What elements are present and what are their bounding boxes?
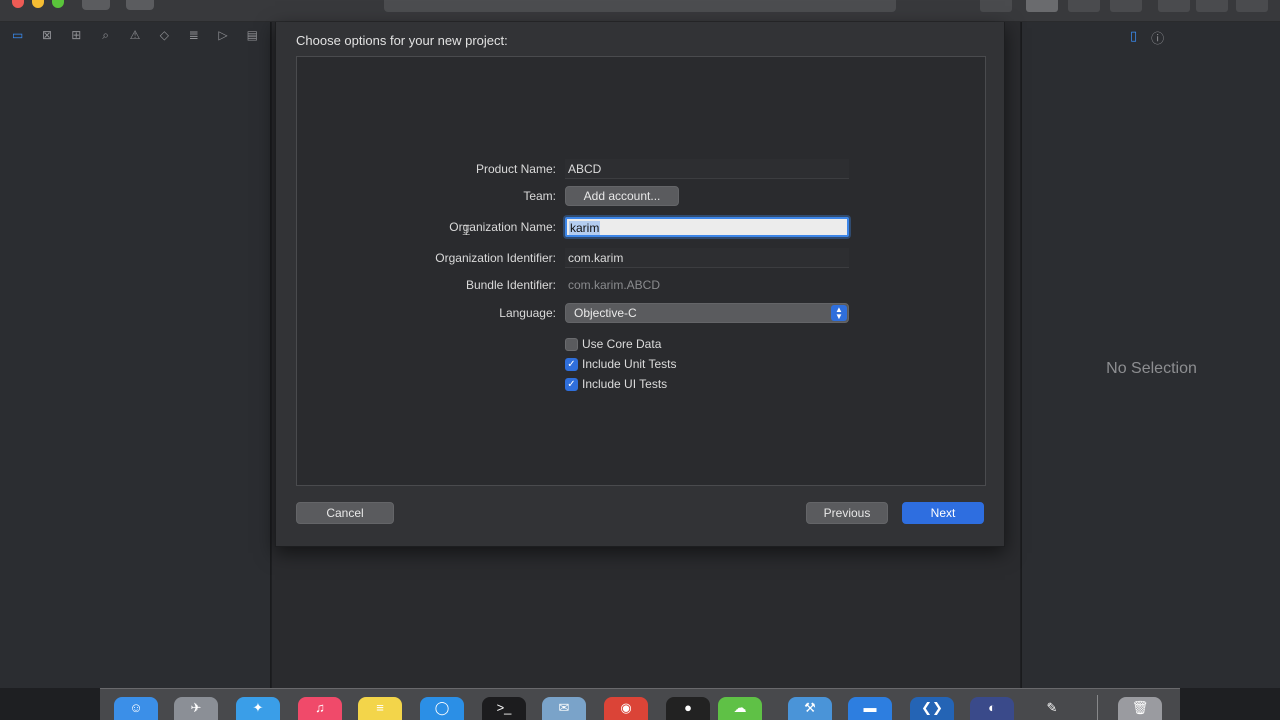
- search-icon[interactable]: ⌕: [96, 27, 115, 43]
- team-label: Team:: [523, 189, 556, 203]
- sheet-title: Choose options for your new project:: [296, 33, 508, 48]
- chrome-icon[interactable]: ◉: [604, 697, 648, 720]
- chevron-up-down-icon: ▲ ▼: [831, 305, 847, 321]
- product-name-label: Product Name:: [475, 162, 556, 176]
- inspector-selector-bar: ▯ ⓘ: [1130, 28, 1164, 47]
- dock-separator: [1097, 695, 1098, 720]
- no-selection-label: No Selection: [1106, 360, 1197, 377]
- toggle-inspector-button[interactable]: [1236, 0, 1268, 12]
- organization-identifier-field[interactable]: com.karim: [565, 248, 849, 268]
- wechat-icon[interactable]: ☁: [718, 697, 762, 720]
- new-project-sheet: Choose options for your new project: Pro…: [275, 22, 1005, 547]
- language-label: Language:: [499, 306, 556, 320]
- checkbox-label: Include UI Tests: [582, 377, 668, 391]
- product-name-field[interactable]: ABCD: [565, 159, 849, 179]
- language-value: Objective-C: [574, 306, 637, 320]
- breakpoint-icon[interactable]: ▷: [213, 27, 232, 43]
- editor-version-button[interactable]: [1068, 0, 1100, 12]
- vscode-icon[interactable]: ❮❯: [910, 697, 954, 720]
- zoom-window-button[interactable]: [52, 0, 64, 8]
- help-icon[interactable]: ⓘ: [1151, 28, 1164, 47]
- product-name-row: Product Name: ABCD: [297, 159, 987, 179]
- inspector-panel: ▯ ⓘ No Selection: [1021, 22, 1280, 688]
- bundle-identifier-row: Bundle Identifier: com.karim.ABCD: [297, 275, 987, 295]
- organization-name-field[interactable]: karim: [565, 217, 849, 237]
- window-toolbar: [0, 0, 1280, 22]
- report-icon[interactable]: ▤: [243, 27, 262, 43]
- launchpad-icon[interactable]: ✈: [174, 697, 218, 720]
- include-ui-tests-checkbox[interactable]: ✓ Include UI Tests: [565, 376, 667, 392]
- notes-icon[interactable]: ≡: [358, 697, 402, 720]
- close-window-button[interactable]: [12, 0, 24, 8]
- test-icon[interactable]: ◇: [155, 27, 174, 43]
- language-row: Language: Objective-C ▲ ▼: [297, 303, 987, 323]
- checkbox-box: [565, 337, 578, 351]
- organization-name-value: karim: [569, 221, 601, 235]
- bundle-identifier-label: Bundle Identifier:: [465, 278, 556, 292]
- add-account-button[interactable]: Add account...: [565, 186, 679, 206]
- previous-button[interactable]: Previous: [806, 502, 888, 524]
- warning-icon[interactable]: ⚠: [125, 27, 144, 43]
- minimize-window-button[interactable]: [32, 0, 44, 8]
- stop-button[interactable]: [126, 0, 154, 10]
- toggle-debug-button[interactable]: [1196, 0, 1228, 12]
- run-button[interactable]: [82, 0, 110, 10]
- qq-icon[interactable]: ●: [666, 697, 710, 720]
- editor-assistant-button[interactable]: [1026, 0, 1058, 12]
- checkbox-label: Use Core Data: [582, 337, 662, 351]
- checkbox-label: Include Unit Tests: [582, 357, 677, 371]
- terminal-icon[interactable]: >_: [482, 697, 526, 720]
- hierarchy-icon[interactable]: ⊞: [67, 27, 86, 43]
- source-control-icon[interactable]: ⊠: [37, 27, 56, 43]
- organization-name-row: Organization Name: karim: [297, 217, 987, 237]
- music-icon[interactable]: ♫: [298, 697, 342, 720]
- organization-identifier-row: Organization Identifier: com.karim: [297, 248, 987, 268]
- navigator-panel: ▭ ⊠ ⊞ ⌕ ⚠ ◇ ≣ ▷ ▤: [0, 22, 271, 688]
- language-select[interactable]: Objective-C ▲ ▼: [565, 303, 849, 323]
- trash-icon[interactable]: 🗑: [1118, 697, 1162, 720]
- activity-viewer: [384, 0, 896, 12]
- cancel-button[interactable]: Cancel: [296, 502, 394, 524]
- xcode-icon[interactable]: ⚒: [788, 697, 832, 720]
- traffic-lights: [12, 0, 64, 8]
- preview-icon[interactable]: ✎: [1030, 697, 1074, 720]
- toggle-navigator-button[interactable]: [1158, 0, 1190, 12]
- bundle-identifier-value: com.karim.ABCD: [568, 278, 661, 292]
- app-store-icon[interactable]: ◯: [420, 697, 464, 720]
- next-button[interactable]: Next: [902, 502, 984, 524]
- mail-icon[interactable]: ✉: [542, 697, 586, 720]
- team-row: Team: Add account...: [297, 186, 987, 206]
- file-inspector-icon[interactable]: ▯: [1130, 28, 1137, 47]
- editor-standard-button[interactable]: [980, 0, 1012, 12]
- checkmark-icon: ✓: [565, 377, 578, 391]
- organization-identifier-label: Organization Identifier:: [435, 251, 556, 265]
- messages-icon[interactable]: ▬: [848, 697, 892, 720]
- folder-icon[interactable]: ▭: [8, 27, 27, 43]
- navigator-selector-bar: ▭ ⊠ ⊞ ⌕ ⚠ ◇ ≣ ▷ ▤: [0, 22, 270, 48]
- dock: ☺ ✈ ✦ ♫ ≡ ◯ >_ ✉ ◉ ● ☁ ⚒ ▬ ❮❯ ◐ ✎ 🗑: [100, 688, 1180, 720]
- finder-icon[interactable]: ☺: [114, 697, 158, 720]
- text-cursor-icon: ⌶: [462, 222, 471, 238]
- checkmark-icon: ✓: [565, 357, 578, 371]
- editor-history-button[interactable]: [1110, 0, 1142, 12]
- debug-icon[interactable]: ≣: [184, 27, 203, 43]
- include-unit-tests-checkbox[interactable]: ✓ Include Unit Tests: [565, 356, 677, 372]
- safari-icon[interactable]: ✦: [236, 697, 280, 720]
- simulator-icon[interactable]: ◐: [970, 697, 1014, 720]
- use-core-data-checkbox[interactable]: Use Core Data: [565, 336, 661, 352]
- options-panel: Product Name: ABCD Team: Add account... …: [296, 56, 986, 486]
